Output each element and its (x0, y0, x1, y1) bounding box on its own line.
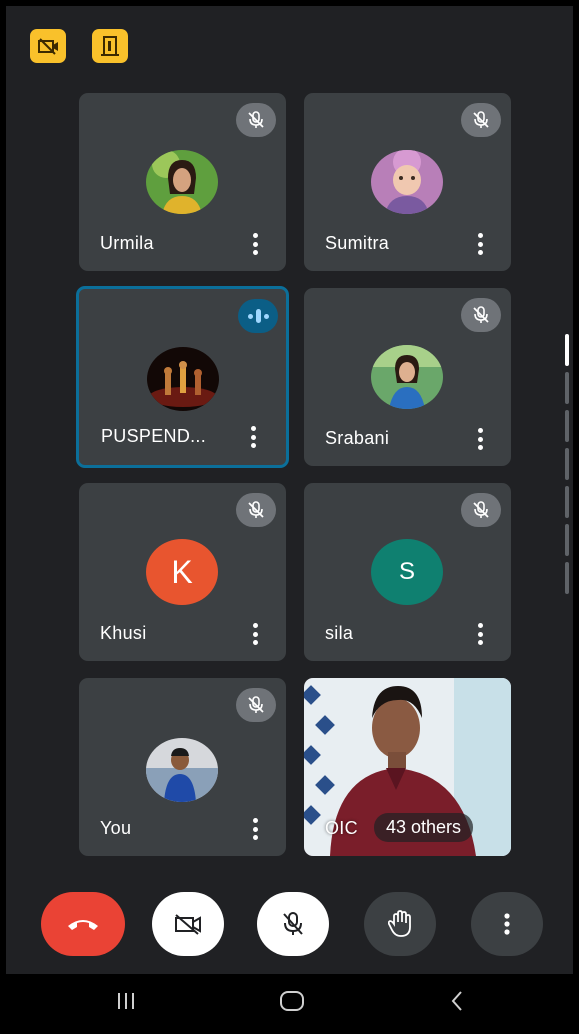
more-options-button[interactable] (252, 818, 258, 840)
recent-apps-button[interactable] (96, 974, 156, 1028)
participant-name: PUSPEND... (101, 426, 207, 446)
avatar (147, 347, 219, 411)
back-icon (451, 991, 462, 1011)
initial-avatar: S (371, 539, 443, 605)
exit-room-icon (101, 36, 119, 56)
recent-apps-icon (118, 993, 134, 1009)
exit-room-badge[interactable] (92, 29, 128, 63)
initial-avatar: K (146, 539, 218, 605)
end-call-button[interactable] (41, 892, 125, 956)
participant-name: Khusi (100, 623, 147, 643)
raise-hand-button[interactable] (364, 892, 436, 956)
camera-off-icon (175, 914, 201, 935)
mic-off-icon (248, 696, 264, 713)
participant-tile-oic[interactable]: OIC 43 others (304, 678, 511, 856)
mic-off-badge (461, 298, 501, 332)
participant-name: You (100, 818, 132, 838)
mic-off-badge (236, 103, 276, 137)
no-camera-icon (38, 38, 58, 55)
mic-off-icon (283, 912, 303, 935)
participant-tile-puspend[interactable]: PUSPEND... (76, 286, 289, 468)
meeting-screen: Urmila Sumitra PUSPEND... Srabani K Khus… (6, 6, 573, 1028)
mic-toggle-button[interactable] (257, 892, 329, 956)
more-options-button[interactable] (477, 233, 483, 255)
participant-tile-sumitra[interactable]: Sumitra (304, 93, 511, 271)
participant-tile-you[interactable]: You (79, 678, 286, 856)
participant-name: Srabani (325, 428, 390, 448)
participant-tile-sila[interactable]: S sila (304, 483, 511, 661)
mic-off-icon (473, 111, 489, 128)
mic-off-badge (236, 493, 276, 527)
participant-tile-urmila[interactable]: Urmila (79, 93, 286, 271)
mic-off-icon (473, 501, 489, 518)
more-options-button[interactable] (252, 233, 258, 255)
back-button[interactable] (427, 974, 487, 1028)
participant-name: sila (325, 623, 354, 643)
participant-tile-srabani[interactable]: Srabani (304, 288, 511, 466)
scroll-indicator[interactable] (565, 334, 569, 609)
end-call-icon (68, 920, 98, 930)
camera-toggle-button[interactable] (152, 892, 224, 956)
mic-off-icon (248, 501, 264, 518)
participant-name: OIC (325, 818, 358, 838)
system-nav-bar (6, 974, 573, 1028)
mic-off-badge (461, 103, 501, 137)
participant-tile-khusi[interactable]: K Khusi (79, 483, 286, 661)
mic-off-icon (248, 111, 264, 128)
avatar (371, 345, 443, 409)
avatar (146, 738, 218, 802)
mic-off-badge (236, 688, 276, 722)
more-vert-icon (504, 913, 510, 935)
camera-off-badge[interactable] (30, 29, 66, 63)
others-count-pill[interactable]: 43 others (374, 813, 474, 842)
avatar (371, 150, 443, 214)
more-options-button[interactable] (471, 892, 543, 956)
more-options-button[interactable] (477, 623, 483, 645)
raise-hand-icon (388, 910, 411, 937)
more-options-button[interactable] (252, 623, 258, 645)
participant-name: Sumitra (325, 233, 390, 253)
mic-off-icon (473, 306, 489, 323)
more-options-button[interactable] (250, 426, 256, 448)
speaking-badge (238, 299, 278, 333)
mic-off-badge (461, 493, 501, 527)
avatar (146, 150, 218, 214)
more-options-button[interactable] (477, 428, 483, 450)
home-icon (280, 991, 304, 1011)
home-button[interactable] (262, 974, 322, 1028)
participant-name: Urmila (100, 233, 154, 253)
